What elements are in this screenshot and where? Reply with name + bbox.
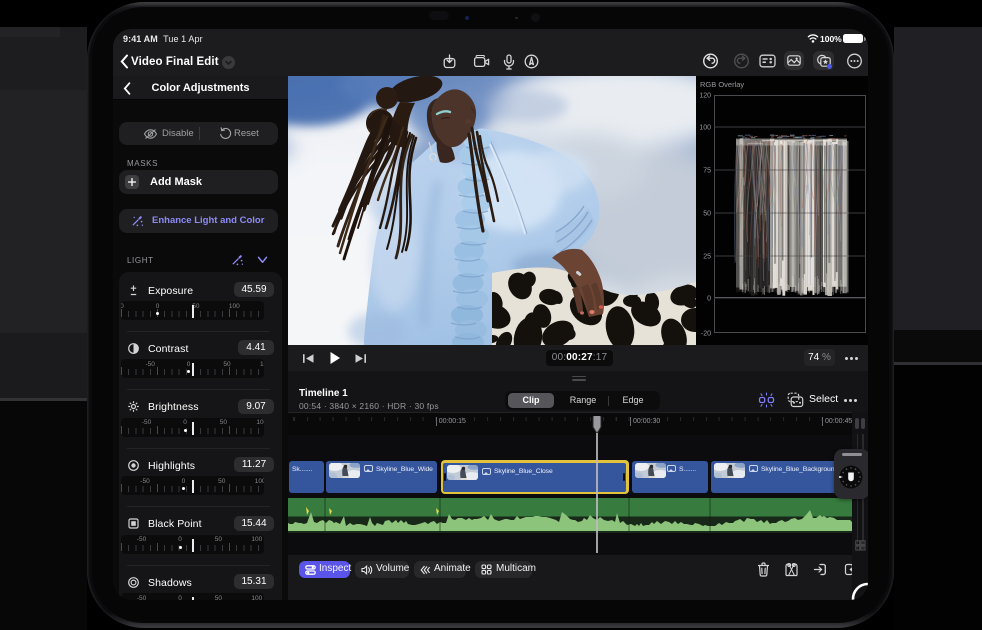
svg-text:75: 75 bbox=[703, 168, 711, 175]
svg-text:25: 25 bbox=[703, 254, 711, 261]
svg-text:0: 0 bbox=[707, 296, 711, 303]
svg-text:RGB Overlay: RGB Overlay bbox=[700, 80, 744, 89]
svg-text:100: 100 bbox=[699, 125, 711, 132]
svg-text:120: 120 bbox=[699, 93, 711, 100]
svg-text:-20: -20 bbox=[701, 331, 711, 338]
svg-text:50: 50 bbox=[703, 211, 711, 218]
